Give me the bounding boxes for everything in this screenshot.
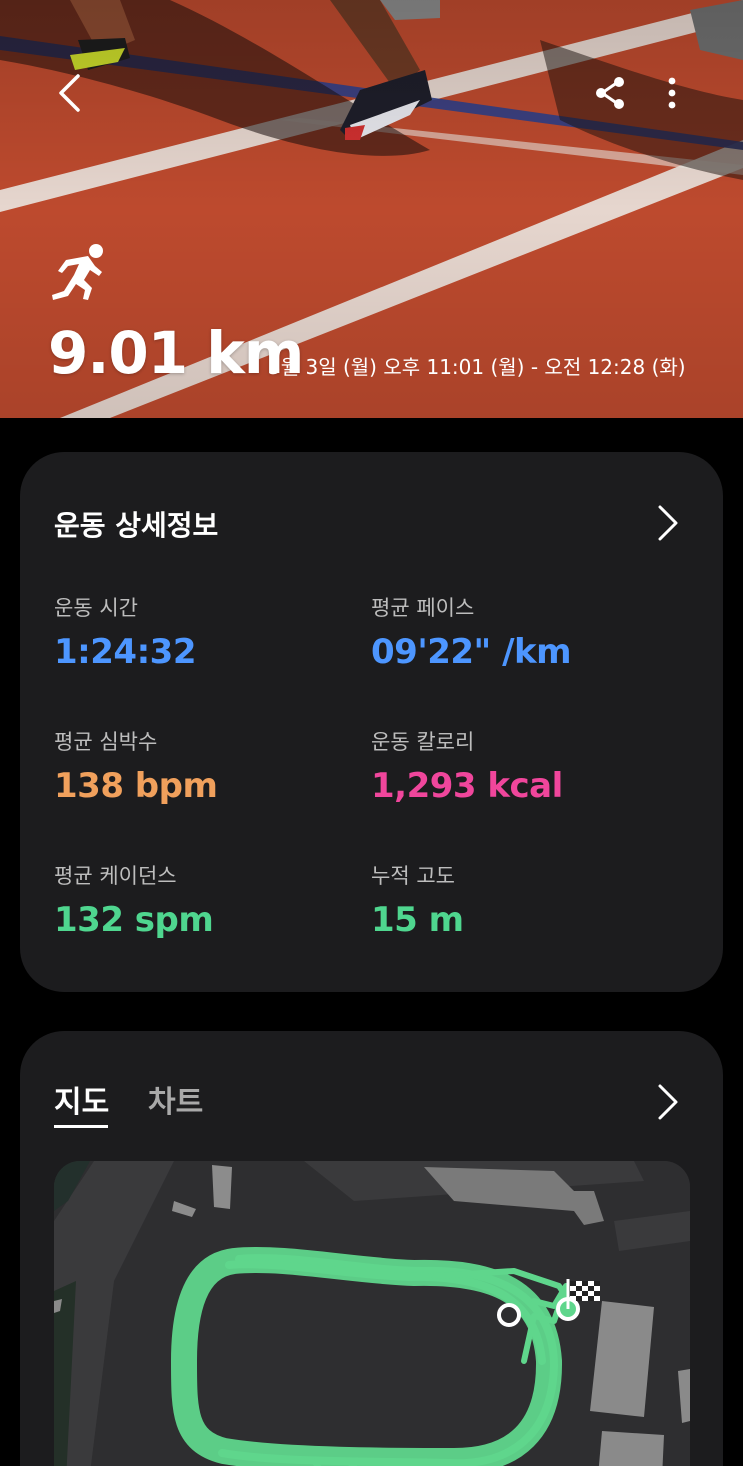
details-more-button[interactable]	[653, 502, 683, 544]
stat-label: 누적 고도	[371, 864, 455, 888]
chevron-right-icon	[658, 505, 678, 541]
stat-label: 운동 칼로리	[371, 730, 475, 754]
chevron-right-icon	[658, 1084, 678, 1120]
stat-value: 15 m	[371, 900, 464, 940]
stat-label: 운동 시간	[54, 596, 138, 620]
workout-datetime: 3월 3일 (월) 오후 11:01 (월) - 오전 12:28 (화)	[268, 355, 686, 379]
card-title: 운동 상세정보	[54, 509, 219, 542]
tab-map[interactable]: 지도	[54, 1083, 109, 1123]
map-more-button[interactable]	[653, 1081, 683, 1123]
tab-chart[interactable]: 차트	[148, 1083, 203, 1123]
stat-value: 1,293 kcal	[371, 766, 563, 806]
stat-value: 132 spm	[54, 900, 214, 940]
route-map-graphic	[54, 1161, 690, 1466]
running-icon	[52, 244, 103, 300]
active-tab-indicator	[54, 1125, 108, 1128]
back-button[interactable]	[44, 68, 94, 118]
stat-calories: 운동 칼로리 1,293 kcal	[371, 728, 671, 808]
distance-value: 9.01 km	[48, 319, 304, 387]
workout-details-card[interactable]: 운동 상세정보 운동 시간 1:24:32 평균 페이스 09'22" /km …	[20, 452, 723, 992]
stat-value: 1:24:32	[54, 632, 196, 672]
share-button[interactable]	[586, 68, 634, 118]
stat-label: 평균 심박수	[54, 730, 158, 754]
stat-avg-heart-rate: 평균 심박수 138 bpm	[54, 728, 354, 808]
chevron-left-icon	[59, 74, 80, 112]
share-icon	[596, 77, 624, 109]
stat-elevation-gain: 누적 고도 15 m	[371, 862, 671, 942]
hero-image: 9.01 km 3월 3일 (월) 오후 11:01 (월) - 오전 12:2…	[0, 0, 743, 418]
more-options-button[interactable]	[650, 68, 694, 118]
stat-avg-cadence: 평균 케이던스 132 spm	[54, 862, 354, 942]
stat-label: 평균 케이던스	[54, 864, 177, 888]
stat-label: 평균 페이스	[371, 596, 475, 620]
stat-duration: 운동 시간 1:24:32	[54, 594, 354, 674]
stat-avg-pace: 평균 페이스 09'22" /km	[371, 594, 671, 674]
stat-value: 138 bpm	[54, 766, 218, 806]
map-chart-card: 지도 차트	[20, 1031, 723, 1466]
route-map[interactable]	[54, 1161, 690, 1466]
more-vertical-icon	[668, 77, 676, 109]
stat-value: 09'22" /km	[371, 632, 572, 672]
